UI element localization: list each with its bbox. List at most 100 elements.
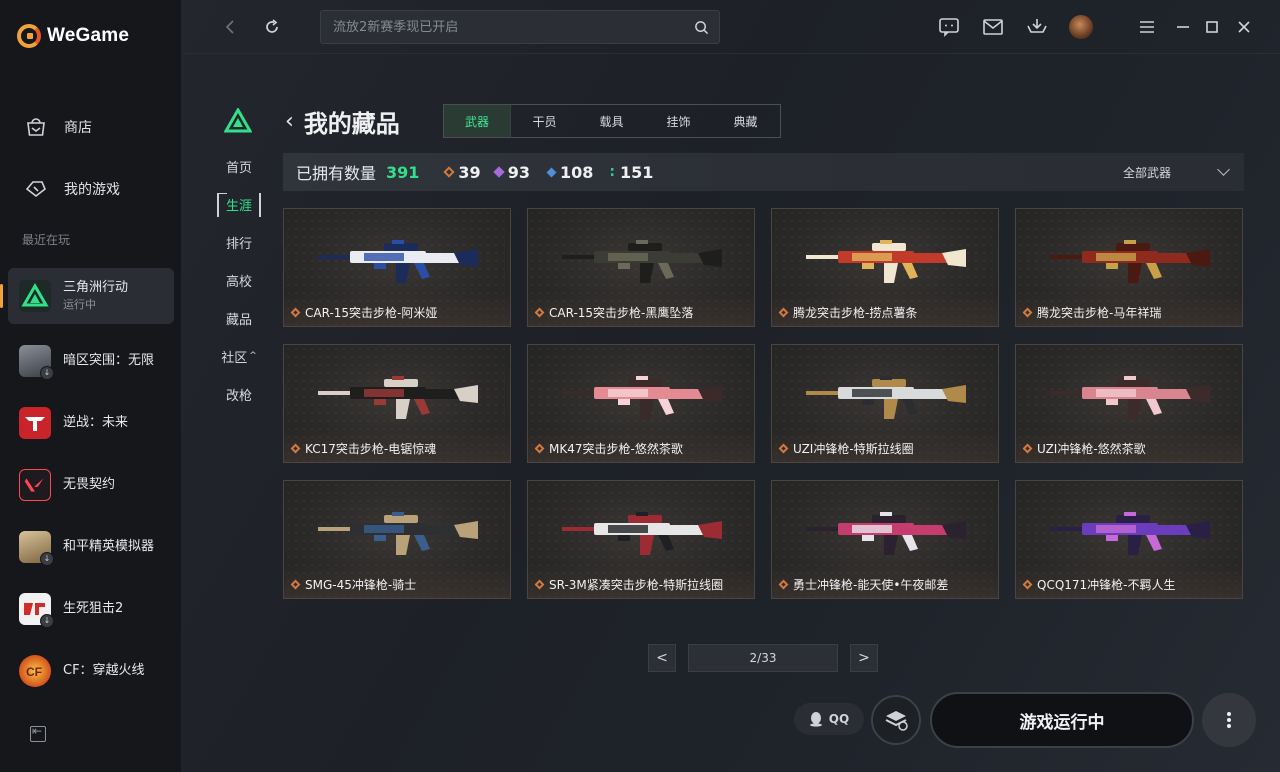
next-page-button[interactable]: > xyxy=(850,644,878,672)
weapon-filter-dropdown[interactable]: 全部武器 xyxy=(1122,153,1230,191)
subnav-home[interactable]: 首页 xyxy=(212,147,266,185)
main-nav: 商店 我的游戏 xyxy=(0,96,182,220)
game-name: 无畏契约 xyxy=(63,476,116,492)
game-item-peacekeeper-sim[interactable]: ↓ 和平精英模拟器 xyxy=(8,516,174,578)
chevron-down-icon xyxy=(1217,163,1230,176)
rarity-diamond-icon xyxy=(534,443,545,454)
filter-label: 全部武器 xyxy=(1122,165,1171,180)
user-avatar[interactable] xyxy=(1069,15,1093,39)
rarity-diamond-icon xyxy=(290,579,301,590)
rarity-diamond-icon xyxy=(778,307,789,318)
prev-page-button[interactable]: < xyxy=(648,644,676,672)
subnav-university[interactable]: 高校 xyxy=(212,261,266,299)
page-title: 我的藏品 xyxy=(303,110,400,138)
nav-item-label: 我的游戏 xyxy=(64,182,120,198)
weapon-card[interactable]: UZI冲锋枪-悠然茶歌 xyxy=(1015,344,1243,463)
gamepad-icon xyxy=(25,181,46,198)
weapon-card[interactable]: QCQ171冲锋枪-不羁人生 xyxy=(1015,480,1243,599)
tab-vehicles[interactable]: 载具 xyxy=(578,105,645,137)
weapon-card[interactable]: CAR-15突击步枪-阿米娅 xyxy=(283,208,511,327)
menu-icon[interactable] xyxy=(1135,15,1159,39)
game-item-crossfire[interactable]: CF CF：穿越火线 xyxy=(8,640,174,702)
more-options-button[interactable] xyxy=(1202,693,1256,747)
weapon-name: 勇士冲锋枪-能天使•午夜邮差 xyxy=(793,578,949,592)
rarity-stat-purple: 93 xyxy=(493,163,530,182)
weapon-name: KC17突击步枪-电锯惊魂 xyxy=(305,442,437,456)
tab-weapons[interactable]: 武器 xyxy=(444,105,511,137)
rarity-diamond-icon xyxy=(778,579,789,590)
mail-icon[interactable] xyxy=(981,15,1005,39)
game-name: 生死狙击2 xyxy=(63,600,124,616)
game-item-shengsi-juji-2[interactable]: ↓ 生死狙击2 xyxy=(8,578,174,640)
refresh-icon[interactable] xyxy=(260,15,284,39)
tab-operators[interactable]: 干员 xyxy=(511,105,578,137)
nav-item-shop[interactable]: 商店 xyxy=(0,96,182,158)
search-input[interactable] xyxy=(321,19,683,35)
maximize-icon[interactable] xyxy=(1200,15,1224,39)
game-item-delta-force[interactable]: 三角洲行动 运行中 xyxy=(0,268,174,324)
subnav-label: 社区 xyxy=(221,350,248,366)
weapon-name: QCQ171冲锋枪-不羁人生 xyxy=(1037,578,1176,592)
minimize-icon[interactable] xyxy=(1171,15,1195,39)
peacekeeper-sim-icon: ↓ xyxy=(19,531,54,566)
vertical-dots-icon xyxy=(1227,710,1231,730)
game-item-nizhan[interactable]: 逆战：未来 xyxy=(8,392,174,454)
rarity-diamond-icon xyxy=(1022,443,1033,454)
collapse-sidebar-icon[interactable] xyxy=(30,724,46,742)
weapon-card[interactable]: UZI冲锋枪-特斯拉线圈 xyxy=(771,344,999,463)
weapon-card[interactable]: 腾龙突击步枪-马年祥瑞 xyxy=(1015,208,1243,327)
back-icon[interactable] xyxy=(218,15,242,39)
weapon-name: UZI冲锋枪-悠然茶歌 xyxy=(1037,442,1146,456)
qq-button[interactable]: QQ xyxy=(794,703,864,735)
subnav-career[interactable]: 生涯 xyxy=(212,185,266,223)
shengsi-juji-2-icon: ↓ xyxy=(19,593,54,628)
nav-item-my-games[interactable]: 我的游戏 xyxy=(0,158,182,220)
weapon-card[interactable]: KC17突击步枪-电锯惊魂 xyxy=(283,344,511,463)
weapon-image xyxy=(318,512,478,555)
rarity-count: 39 xyxy=(458,162,481,182)
game-item-valorant[interactable]: 无畏契约 xyxy=(8,454,174,516)
weapon-card[interactable]: 勇士冲锋枪-能天使•午夜邮差 xyxy=(771,480,999,599)
layers-button[interactable] xyxy=(871,695,921,745)
page-header: ‹ 我的藏品 xyxy=(285,104,400,139)
weapon-card[interactable]: CAR-15突击步枪-黑鹰坠落 xyxy=(527,208,755,327)
subnav-community[interactable]: 社区 ^ xyxy=(212,337,266,375)
download-icon: ↓ xyxy=(40,614,54,628)
game-item-arena-breakout[interactable]: ↓ 暗区突围：无限 xyxy=(8,330,174,392)
blue-diamond-icon xyxy=(546,167,557,177)
game-name: CF：穿越火线 xyxy=(63,662,145,678)
subnav-ranking[interactable]: 排行 xyxy=(212,223,266,261)
rarity-count: 108 xyxy=(559,162,594,182)
weapon-image xyxy=(562,512,722,555)
rarity-diamond-icon xyxy=(534,307,545,318)
shop-bag-icon xyxy=(27,118,45,136)
wegame-logo-icon xyxy=(17,24,41,48)
subnav-collection[interactable]: 藏品 xyxy=(212,299,266,337)
subnav-gunsmith[interactable]: 改枪 xyxy=(212,375,266,413)
search-icon[interactable] xyxy=(683,11,719,43)
weapon-card[interactable]: 腾龙突击步枪-捞点薯条 xyxy=(771,208,999,327)
valorant-icon xyxy=(19,469,51,501)
game-status: 运行中 xyxy=(63,298,96,312)
weapon-card[interactable]: SR-3M紧凑突击步枪-特斯拉线圈 xyxy=(527,480,755,599)
sidebar: WeGame 商店 我的游戏 最近在玩 三角洲行动 运行中 ↓ 暗区突围：无限 xyxy=(0,0,182,772)
weapon-caption: 腾龙突击步枪-捞点薯条 xyxy=(778,304,917,321)
weapon-card[interactable]: MK47突击步枪-悠然茶歌 xyxy=(527,344,755,463)
game-subnav: 首页 生涯 排行 高校 藏品 社区 ^ 改枪 xyxy=(212,147,266,413)
rarity-diamond-icon xyxy=(534,579,545,590)
rarity-diamond-icon xyxy=(290,307,301,318)
game-running-button[interactable]: 游戏运行中 xyxy=(930,692,1194,748)
close-icon[interactable] xyxy=(1232,15,1256,39)
tab-collectibles[interactable]: 典藏 xyxy=(712,105,779,137)
chat-icon[interactable] xyxy=(937,15,961,39)
wegame-logo[interactable]: WeGame xyxy=(17,24,129,48)
rarity-stat-green: :151 xyxy=(609,163,653,182)
weapon-card[interactable]: SMG-45冲锋枪-骑士 xyxy=(283,480,511,599)
tab-charms[interactable]: 挂饰 xyxy=(645,105,712,137)
download-manager-icon[interactable] xyxy=(1025,15,1049,39)
weapon-caption: SR-3M紧凑突击步枪-特斯拉线圈 xyxy=(534,576,723,593)
rarity-stat-blue: 108 xyxy=(546,162,594,182)
weapon-name: 腾龙突击步枪-马年祥瑞 xyxy=(1037,306,1162,320)
back-chevron-icon[interactable]: ‹ xyxy=(285,109,294,134)
recent-games-list: 三角洲行动 运行中 ↓ 暗区突围：无限 逆战：未来 无畏契约 ↓ 和平精英模拟器… xyxy=(0,268,174,702)
